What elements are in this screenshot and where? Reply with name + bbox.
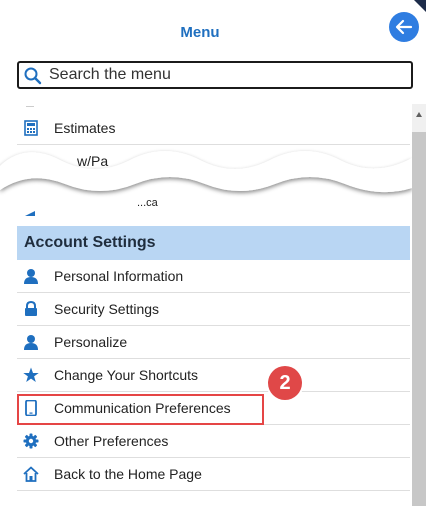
partial-icon (25, 211, 35, 216)
arrow-left-icon (395, 19, 413, 35)
menu-item-label: Personal Information (54, 268, 184, 284)
menu-item-other-preferences[interactable]: Other Preferences (17, 425, 410, 458)
search-icon (24, 67, 42, 85)
menu-item-label: Change Your Shortcuts (54, 367, 198, 383)
divider (26, 106, 34, 107)
user-icon (24, 269, 38, 284)
window-corner (414, 0, 426, 12)
menu-item-label: Estimates (54, 120, 116, 136)
search-input[interactable] (49, 65, 399, 85)
back-button[interactable] (389, 12, 419, 42)
step-badge: 2 (268, 366, 302, 400)
partial-label: ...ca (137, 197, 158, 209)
menu-item-back-home[interactable]: Back to the Home Page (17, 458, 410, 491)
star-icon (23, 367, 39, 382)
menu-item-security-settings[interactable]: Security Settings (17, 293, 410, 326)
menu-item-personalize[interactable]: Personalize (17, 326, 410, 359)
section-header-account-settings: Account Settings (17, 226, 410, 260)
home-icon (23, 466, 39, 482)
page-title: Menu (180, 24, 220, 41)
calculator-icon (24, 120, 38, 136)
scroll-up-arrow-icon[interactable] (416, 112, 422, 117)
user-icon (24, 335, 38, 350)
menu-item-label: Security Settings (54, 301, 160, 317)
scrollbar[interactable] (412, 104, 426, 506)
highlight-box (17, 394, 264, 425)
section-title: Account Settings (24, 234, 156, 251)
menu-item-label: Personalize (54, 334, 128, 350)
gear-icon (23, 433, 39, 449)
lock-icon (25, 301, 37, 316)
menu-item-label: Back to the Home Page (54, 466, 202, 482)
menu-item-change-shortcuts[interactable]: Change Your Shortcuts (17, 359, 410, 392)
menu-item-label: Other Preferences (54, 433, 169, 449)
menu-item-cut: ...ca (17, 194, 410, 216)
search-field[interactable] (17, 61, 413, 89)
menu-item-personal-information[interactable]: Personal Information (17, 260, 410, 293)
